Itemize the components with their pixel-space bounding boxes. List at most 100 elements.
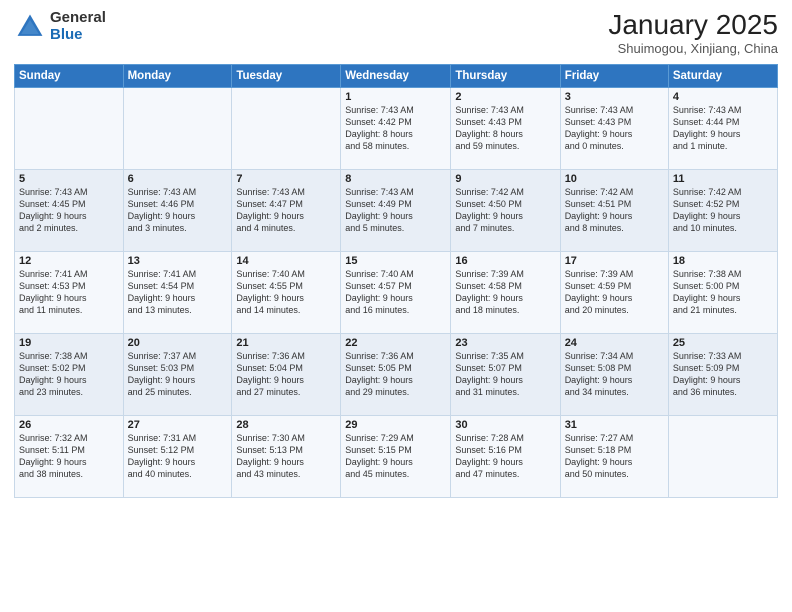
calendar-cell-8: 8Sunrise: 7:43 AMSunset: 4:49 PMDaylight… <box>341 169 451 251</box>
calendar-cell-20: 20Sunrise: 7:37 AMSunset: 5:03 PMDayligh… <box>123 333 232 415</box>
day-number-16: 16 <box>455 255 555 267</box>
calendar-cell-23: 23Sunrise: 7:35 AMSunset: 5:07 PMDayligh… <box>451 333 560 415</box>
calendar-cell-22: 22Sunrise: 7:36 AMSunset: 5:05 PMDayligh… <box>341 333 451 415</box>
calendar-cell-27: 27Sunrise: 7:31 AMSunset: 5:12 PMDayligh… <box>123 415 232 497</box>
day-number-29: 29 <box>345 419 446 431</box>
cell-content-6: Sunrise: 7:43 AMSunset: 4:46 PMDaylight:… <box>128 186 228 235</box>
day-number-20: 20 <box>128 337 228 349</box>
cell-content-5: Sunrise: 7:43 AMSunset: 4:45 PMDaylight:… <box>19 186 119 235</box>
cell-content-19: Sunrise: 7:38 AMSunset: 5:02 PMDaylight:… <box>19 350 119 399</box>
logo-text: General Blue <box>50 10 106 43</box>
calendar-cell-16: 16Sunrise: 7:39 AMSunset: 4:58 PMDayligh… <box>451 251 560 333</box>
cell-content-22: Sunrise: 7:36 AMSunset: 5:05 PMDaylight:… <box>345 350 446 399</box>
cell-content-12: Sunrise: 7:41 AMSunset: 4:53 PMDaylight:… <box>19 268 119 317</box>
day-number-12: 12 <box>19 255 119 267</box>
calendar-cell-17: 17Sunrise: 7:39 AMSunset: 4:59 PMDayligh… <box>560 251 668 333</box>
logo: General Blue <box>14 10 106 43</box>
weekday-header-sunday: Sunday <box>15 64 124 87</box>
calendar-cell-3: 3Sunrise: 7:43 AMSunset: 4:43 PMDaylight… <box>560 87 668 169</box>
day-number-15: 15 <box>345 255 446 267</box>
calendar-cell-11: 11Sunrise: 7:42 AMSunset: 4:52 PMDayligh… <box>668 169 777 251</box>
cell-content-27: Sunrise: 7:31 AMSunset: 5:12 PMDaylight:… <box>128 432 228 481</box>
calendar-week-5: 26Sunrise: 7:32 AMSunset: 5:11 PMDayligh… <box>15 415 778 497</box>
day-number-31: 31 <box>565 419 664 431</box>
cell-content-13: Sunrise: 7:41 AMSunset: 4:54 PMDaylight:… <box>128 268 228 317</box>
day-number-13: 13 <box>128 255 228 267</box>
day-number-3: 3 <box>565 91 664 103</box>
day-number-4: 4 <box>673 91 773 103</box>
calendar-cell-19: 19Sunrise: 7:38 AMSunset: 5:02 PMDayligh… <box>15 333 124 415</box>
cell-content-1: Sunrise: 7:43 AMSunset: 4:42 PMDaylight:… <box>345 104 446 153</box>
calendar-header: SundayMondayTuesdayWednesdayThursdayFrid… <box>15 64 778 87</box>
logo-icon <box>14 11 46 43</box>
calendar-cell-13: 13Sunrise: 7:41 AMSunset: 4:54 PMDayligh… <box>123 251 232 333</box>
cell-content-23: Sunrise: 7:35 AMSunset: 5:07 PMDaylight:… <box>455 350 555 399</box>
logo-blue-text: Blue <box>50 27 106 44</box>
day-number-22: 22 <box>345 337 446 349</box>
day-number-2: 2 <box>455 91 555 103</box>
calendar-cell-24: 24Sunrise: 7:34 AMSunset: 5:08 PMDayligh… <box>560 333 668 415</box>
calendar-cell-6: 6Sunrise: 7:43 AMSunset: 4:46 PMDaylight… <box>123 169 232 251</box>
calendar-cell-31: 31Sunrise: 7:27 AMSunset: 5:18 PMDayligh… <box>560 415 668 497</box>
cell-content-24: Sunrise: 7:34 AMSunset: 5:08 PMDaylight:… <box>565 350 664 399</box>
cell-content-17: Sunrise: 7:39 AMSunset: 4:59 PMDaylight:… <box>565 268 664 317</box>
calendar-cell-empty-0-2 <box>232 87 341 169</box>
calendar-cell-empty-0-0 <box>15 87 124 169</box>
calendar-cell-15: 15Sunrise: 7:40 AMSunset: 4:57 PMDayligh… <box>341 251 451 333</box>
day-number-17: 17 <box>565 255 664 267</box>
weekday-header-thursday: Thursday <box>451 64 560 87</box>
calendar-cell-26: 26Sunrise: 7:32 AMSunset: 5:11 PMDayligh… <box>15 415 124 497</box>
calendar-cell-25: 25Sunrise: 7:33 AMSunset: 5:09 PMDayligh… <box>668 333 777 415</box>
calendar-cell-empty-4-6 <box>668 415 777 497</box>
cell-content-25: Sunrise: 7:33 AMSunset: 5:09 PMDaylight:… <box>673 350 773 399</box>
calendar-cell-29: 29Sunrise: 7:29 AMSunset: 5:15 PMDayligh… <box>341 415 451 497</box>
calendar-cell-10: 10Sunrise: 7:42 AMSunset: 4:51 PMDayligh… <box>560 169 668 251</box>
calendar-cell-2: 2Sunrise: 7:43 AMSunset: 4:43 PMDaylight… <box>451 87 560 169</box>
calendar-cell-empty-0-1 <box>123 87 232 169</box>
weekday-header-monday: Monday <box>123 64 232 87</box>
day-number-9: 9 <box>455 173 555 185</box>
day-number-30: 30 <box>455 419 555 431</box>
calendar-cell-21: 21Sunrise: 7:36 AMSunset: 5:04 PMDayligh… <box>232 333 341 415</box>
cell-content-9: Sunrise: 7:42 AMSunset: 4:50 PMDaylight:… <box>455 186 555 235</box>
weekday-header-wednesday: Wednesday <box>341 64 451 87</box>
cell-content-4: Sunrise: 7:43 AMSunset: 4:44 PMDaylight:… <box>673 104 773 153</box>
calendar-cell-28: 28Sunrise: 7:30 AMSunset: 5:13 PMDayligh… <box>232 415 341 497</box>
calendar-cell-9: 9Sunrise: 7:42 AMSunset: 4:50 PMDaylight… <box>451 169 560 251</box>
cell-content-18: Sunrise: 7:38 AMSunset: 5:00 PMDaylight:… <box>673 268 773 317</box>
day-number-19: 19 <box>19 337 119 349</box>
cell-content-30: Sunrise: 7:28 AMSunset: 5:16 PMDaylight:… <box>455 432 555 481</box>
cell-content-16: Sunrise: 7:39 AMSunset: 4:58 PMDaylight:… <box>455 268 555 317</box>
title-block: January 2025 Shuimogou, Xinjiang, China <box>608 10 778 56</box>
calendar-cell-4: 4Sunrise: 7:43 AMSunset: 4:44 PMDaylight… <box>668 87 777 169</box>
cell-content-15: Sunrise: 7:40 AMSunset: 4:57 PMDaylight:… <box>345 268 446 317</box>
cell-content-7: Sunrise: 7:43 AMSunset: 4:47 PMDaylight:… <box>236 186 336 235</box>
calendar-cell-12: 12Sunrise: 7:41 AMSunset: 4:53 PMDayligh… <box>15 251 124 333</box>
weekday-header-tuesday: Tuesday <box>232 64 341 87</box>
calendar-cell-18: 18Sunrise: 7:38 AMSunset: 5:00 PMDayligh… <box>668 251 777 333</box>
weekday-header-friday: Friday <box>560 64 668 87</box>
day-number-10: 10 <box>565 173 664 185</box>
cell-content-28: Sunrise: 7:30 AMSunset: 5:13 PMDaylight:… <box>236 432 336 481</box>
day-number-25: 25 <box>673 337 773 349</box>
month-title: January 2025 <box>608 10 778 41</box>
day-number-5: 5 <box>19 173 119 185</box>
day-number-18: 18 <box>673 255 773 267</box>
calendar-week-3: 12Sunrise: 7:41 AMSunset: 4:53 PMDayligh… <box>15 251 778 333</box>
cell-content-14: Sunrise: 7:40 AMSunset: 4:55 PMDaylight:… <box>236 268 336 317</box>
calendar-cell-7: 7Sunrise: 7:43 AMSunset: 4:47 PMDaylight… <box>232 169 341 251</box>
weekday-header-row: SundayMondayTuesdayWednesdayThursdayFrid… <box>15 64 778 87</box>
calendar-body: 1Sunrise: 7:43 AMSunset: 4:42 PMDaylight… <box>15 87 778 497</box>
calendar-table: SundayMondayTuesdayWednesdayThursdayFrid… <box>14 64 778 498</box>
cell-content-3: Sunrise: 7:43 AMSunset: 4:43 PMDaylight:… <box>565 104 664 153</box>
calendar-week-4: 19Sunrise: 7:38 AMSunset: 5:02 PMDayligh… <box>15 333 778 415</box>
calendar-cell-14: 14Sunrise: 7:40 AMSunset: 4:55 PMDayligh… <box>232 251 341 333</box>
calendar-cell-5: 5Sunrise: 7:43 AMSunset: 4:45 PMDaylight… <box>15 169 124 251</box>
day-number-26: 26 <box>19 419 119 431</box>
cell-content-21: Sunrise: 7:36 AMSunset: 5:04 PMDaylight:… <box>236 350 336 399</box>
cell-content-20: Sunrise: 7:37 AMSunset: 5:03 PMDaylight:… <box>128 350 228 399</box>
day-number-1: 1 <box>345 91 446 103</box>
day-number-24: 24 <box>565 337 664 349</box>
day-number-6: 6 <box>128 173 228 185</box>
cell-content-11: Sunrise: 7:42 AMSunset: 4:52 PMDaylight:… <box>673 186 773 235</box>
